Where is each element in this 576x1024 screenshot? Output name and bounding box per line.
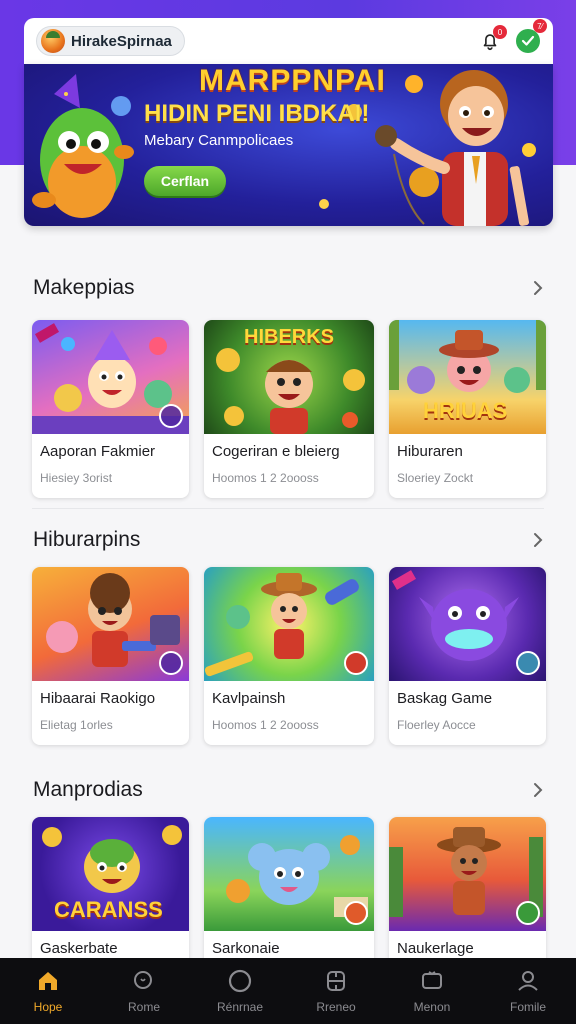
controller-badge-icon <box>159 404 183 428</box>
game-card[interactable]: Hibaarai Raokigo Elietag 1orles <box>32 567 189 745</box>
thumbnail-title: HRIUAS <box>423 398 508 423</box>
brand-avatar-icon <box>41 29 65 53</box>
nav-label: Rreneo <box>316 1000 356 1014</box>
game-title: Sarkonaie <box>212 940 280 957</box>
home-icon <box>39 972 57 990</box>
game-title: Baskag Game <box>397 690 493 707</box>
game-title: Kavlpainsh <box>212 690 286 707</box>
game-meta: Hoomos 1 2 2oooss <box>212 471 319 485</box>
nav-label: Menon <box>413 1000 451 1014</box>
nav-label: Hope <box>33 1000 63 1014</box>
nav-label: Rénrnae <box>216 1000 264 1014</box>
nav-item-home[interactable]: Hope <box>8 968 88 1014</box>
nav-item-rome[interactable]: Rome <box>104 968 184 1014</box>
section-makeppias: Makeppias Aaporan Fakmier Hiesiey 3orist… <box>0 268 576 498</box>
game-meta: Hoomos 1 2 2oooss <box>212 718 319 732</box>
hero-cta-button[interactable]: Cerflan <box>144 166 226 196</box>
nav-label: Rome <box>127 1000 160 1014</box>
game-thumbnail <box>204 817 374 931</box>
status-badge: 7⁄ <box>533 19 547 33</box>
game-card[interactable]: Kavlpainsh Hoomos 1 2 2oooss <box>204 567 374 745</box>
game-meta: Sloeriey Zockt <box>397 471 474 485</box>
brand-name: HirakeSpirnaa <box>71 32 172 50</box>
game-thumbnail: CARANSS <box>32 817 189 931</box>
nav-item-rreneo[interactable]: Rreneo <box>296 968 376 1014</box>
hero-subtitle: Mebary Canmpolicaes <box>144 132 294 149</box>
game-meta: Hiesiey 3orist <box>40 471 113 485</box>
game-title: Naukerlage <box>397 940 474 957</box>
notifications-button[interactable]: 0 <box>477 25 507 54</box>
game-card[interactable]: Baskag Game Floerley Aocce <box>389 567 546 745</box>
bottom-nav: Hope Rome Rénrnae Rreneo Menon Fomile <box>0 958 576 1024</box>
controller-badge-icon <box>516 901 540 925</box>
tv-icon <box>422 971 442 989</box>
thumbnail-title: CARANSS <box>54 897 163 922</box>
game-thumbnail: HIBERKS <box>204 320 374 434</box>
nav-item-renrnae[interactable]: Rénrnae <box>200 968 280 1014</box>
game-thumbnail <box>32 320 189 434</box>
hero-headline: HIDIN PENI IBDKAI! <box>144 100 370 127</box>
profile-icon <box>518 971 538 991</box>
controller-badge-icon <box>159 651 183 675</box>
games-icon <box>327 971 345 991</box>
section-divider <box>32 508 544 509</box>
game-meta: Elietag 1orles <box>40 718 113 732</box>
nav-item-fomile[interactable]: Fomile <box>488 968 568 1014</box>
game-title: Gaskerbate <box>40 940 118 957</box>
section-title: Makeppias <box>33 276 135 299</box>
status-button[interactable]: 7⁄ <box>515 19 547 54</box>
game-card[interactable]: HIBERKS Cogeriran e bleierg Hoomos 1 2 2… <box>204 320 374 498</box>
game-meta: Floerley Aocce <box>397 718 476 732</box>
thumbnail-title: HIBERKS <box>244 326 335 348</box>
controller-badge-icon <box>516 651 540 675</box>
section-hiburarpins: Hiburarpins Hibaarai Raokigo Elietag 1or… <box>0 520 576 745</box>
game-thumbnail <box>204 567 374 681</box>
game-title: Cogeriran e bleierg <box>212 443 340 460</box>
game-thumbnail <box>389 817 546 931</box>
game-thumbnail: HRIUAS <box>389 320 546 434</box>
circle-icon <box>228 969 252 993</box>
top-bar: HirakeSpirnaa 0 7⁄ <box>24 18 553 64</box>
nav-item-menon[interactable]: Menon <box>392 968 472 1014</box>
game-card[interactable]: HRIUAS Hiburaren Sloeriey Zockt <box>389 320 546 498</box>
game-title: Aaporan Fakmier <box>40 443 156 460</box>
notification-badge: 0 <box>493 25 507 39</box>
game-thumbnail <box>32 567 189 681</box>
search-icon <box>134 971 152 989</box>
chevron-right-icon[interactable] <box>530 532 546 548</box>
section-manprodias: Manprodias CARANSS Gaskerbate Sarkonaie … <box>0 770 576 995</box>
hero-banner[interactable]: MARPPNPAI HIDIN PENI IBDKAI! Mebary Canm… <box>24 64 553 226</box>
game-card[interactable]: Aaporan Fakmier Hiesiey 3orist <box>32 320 189 498</box>
target-badge-icon <box>344 651 368 675</box>
nav-label: Fomile <box>509 1000 546 1014</box>
hero-title: MARPPNPAI <box>199 64 386 97</box>
check-icon <box>516 29 540 53</box>
game-title: Hibaarai Raokigo <box>40 690 156 707</box>
game-title: Hiburaren <box>397 443 463 460</box>
section-title: Hiburarpins <box>33 528 141 551</box>
chevron-right-icon[interactable] <box>530 280 546 296</box>
chevron-right-icon[interactable] <box>530 782 546 798</box>
brand-chip[interactable]: HirakeSpirnaa <box>36 26 185 56</box>
section-title: Manprodias <box>33 778 143 801</box>
game-thumbnail <box>389 567 546 681</box>
ticket-badge-icon <box>344 901 368 925</box>
